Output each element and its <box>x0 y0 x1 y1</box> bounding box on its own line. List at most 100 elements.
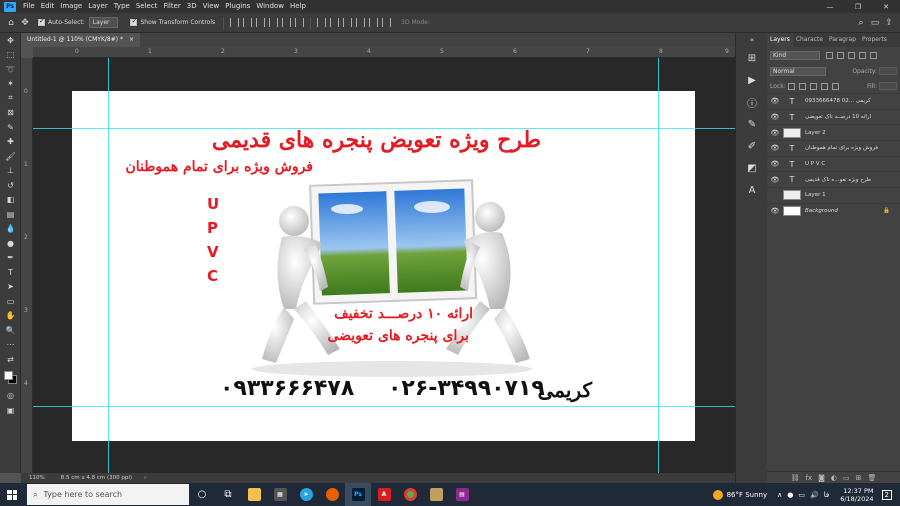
trash-icon[interactable]: 🗑 <box>868 474 877 482</box>
distribute-top-icon[interactable] <box>356 18 366 27</box>
search-icon[interactable]: ⌕ <box>854 16 868 30</box>
layer-row[interactable]: 👁 T کریمی ...02 0933666478 <box>767 93 900 109</box>
info-icon[interactable]: ⓘ <box>736 91 768 113</box>
lock-artboard-icon[interactable] <box>820 82 828 90</box>
quick-mask-icon[interactable]: ◎ <box>0 389 21 404</box>
type-tool-icon[interactable]: T <box>0 265 21 280</box>
lock-paint-icon[interactable] <box>798 82 806 90</box>
marquee-tool-icon[interactable]: ⬚ <box>0 48 21 63</box>
calculator-icon[interactable]: ▦ <box>267 483 293 506</box>
menu-window[interactable]: Window <box>253 0 287 13</box>
photoshop-taskbar-icon[interactable]: Ps <box>345 483 371 506</box>
task-view-icon[interactable]: ⧉ <box>215 483 241 506</box>
lasso-tool-icon[interactable]: ➰ <box>0 62 21 77</box>
clone-source-icon[interactable]: ✐ <box>736 135 768 157</box>
menu-filter[interactable]: Filter <box>160 0 183 13</box>
weather-text[interactable]: 86°F Sunny <box>727 491 768 499</box>
guide-line[interactable] <box>33 406 735 407</box>
close-icon[interactable]: ✕ <box>872 0 900 13</box>
menu-edit[interactable]: Edit <box>38 0 58 13</box>
visibility-eye-icon[interactable]: 👁 <box>767 129 783 137</box>
adjustments-icon[interactable]: ◩ <box>736 157 768 179</box>
new-group-icon[interactable]: ▭ <box>843 474 850 482</box>
tab-paragraph[interactable]: Paragrap <box>826 33 859 47</box>
visibility-eye-icon[interactable]: 👁 <box>767 160 783 168</box>
auto-select-checkbox[interactable] <box>38 17 45 26</box>
document-tab[interactable]: Untitled-1 @ 110% (CMYK/8#) * × <box>21 33 141 47</box>
canvas-area[interactable]: طرح ویژه تعویض پنجره های قدیمی فروش ویژه… <box>33 58 735 473</box>
filter-pixel-icon[interactable] <box>826 51 833 59</box>
menu-3d[interactable]: 3D <box>184 0 200 13</box>
lock-all-icon[interactable] <box>831 82 839 90</box>
brush-tool-icon[interactable]: 🖌 <box>0 149 21 164</box>
app-icon[interactable] <box>423 483 449 506</box>
layer-row[interactable]: 👁 T فروش ویژه برای تمام هموطنان <box>767 140 900 156</box>
add-mask-icon[interactable]: ◙ <box>818 474 825 482</box>
winrar-icon[interactable]: ▤ <box>449 483 475 506</box>
tab-layers[interactable]: Layers <box>767 33 793 47</box>
visibility-eye-icon[interactable]: 👁 <box>767 144 783 152</box>
collapse-icon[interactable]: « <box>736 33 768 47</box>
tab-properties[interactable]: Properts <box>859 33 890 47</box>
rectangle-tool-icon[interactable]: ▭ <box>0 294 21 309</box>
home-icon[interactable]: ⌂ <box>4 16 18 30</box>
telegram-icon[interactable]: ➤ <box>293 483 319 506</box>
align-top-icon[interactable] <box>269 18 279 27</box>
adjustment-layer-icon[interactable]: ◐ <box>831 474 837 482</box>
distribute-middle-icon[interactable] <box>369 18 379 27</box>
guide-line[interactable] <box>658 58 659 473</box>
filter-smart-icon[interactable] <box>870 51 877 59</box>
gradient-tool-icon[interactable]: ▤ <box>0 207 21 222</box>
menu-type[interactable]: Type <box>111 0 133 13</box>
taskbar-search-box[interactable]: ⌕ Type here to search <box>27 484 189 505</box>
blend-mode-dropdown[interactable]: Normal <box>770 66 826 76</box>
link-layers-icon[interactable]: ⛓ <box>791 474 800 482</box>
tab-close-icon[interactable]: × <box>129 33 134 47</box>
crop-tool-icon[interactable]: ⌗ <box>0 91 21 106</box>
move-tool-icon[interactable]: ✥ <box>0 33 21 48</box>
filter-adjust-icon[interactable] <box>837 51 844 59</box>
filter-shape-icon[interactable] <box>859 51 866 59</box>
distribute-right-icon[interactable] <box>343 18 353 27</box>
filter-type-icon[interactable] <box>848 51 855 59</box>
distribute-center-icon[interactable] <box>330 18 340 27</box>
menu-help[interactable]: Help <box>287 0 309 13</box>
menu-view[interactable]: View <box>200 0 223 13</box>
align-bottom-icon[interactable] <box>295 18 305 27</box>
minimize-icon[interactable]: — <box>816 0 844 13</box>
lock-pixels-icon[interactable] <box>787 82 795 90</box>
healing-brush-icon[interactable]: ✚ <box>0 135 21 150</box>
brush-settings-icon[interactable]: ✎ <box>736 113 768 135</box>
fill-input[interactable] <box>879 82 897 90</box>
fx-icon[interactable]: fx <box>805 474 812 482</box>
dodge-tool-icon[interactable]: ● <box>0 236 21 251</box>
visibility-eye-icon[interactable]: 👁 <box>767 113 783 121</box>
menu-file[interactable]: File <box>20 0 38 13</box>
eraser-tool-icon[interactable]: ◧ <box>0 193 21 208</box>
guide-line[interactable] <box>33 128 735 129</box>
tray-chevron-icon[interactable]: ∧ <box>777 491 782 499</box>
workspace-icon[interactable]: ▭ <box>868 16 882 30</box>
restore-icon[interactable]: ❐ <box>844 0 872 13</box>
show-transform-checkbox[interactable] <box>130 17 138 26</box>
firefox-icon[interactable] <box>319 483 345 506</box>
status-menu-icon[interactable]: › <box>144 475 146 481</box>
distribute-bottom-icon[interactable] <box>382 18 392 27</box>
actions-play-icon[interactable]: ▶ <box>736 69 768 91</box>
file-explorer-icon[interactable] <box>241 483 267 506</box>
distribute-left-icon[interactable] <box>317 18 327 27</box>
history-icon[interactable]: ⊞ <box>736 47 768 69</box>
magic-wand-tool-icon[interactable]: ✶ <box>0 77 21 92</box>
clock[interactable]: 12:37 PM 6/18/2024 <box>840 487 873 503</box>
acrobat-icon[interactable]: A <box>371 483 397 506</box>
language-icon[interactable]: فا <box>824 491 829 499</box>
pen-tool-icon[interactable]: ✒ <box>0 251 21 266</box>
tab-character[interactable]: Characte <box>793 33 826 47</box>
eyedropper-tool-icon[interactable]: ✎ <box>0 120 21 135</box>
swap-colors-icon[interactable]: ⇄ <box>0 352 21 367</box>
align-right-icon[interactable] <box>256 18 266 27</box>
layer-row[interactable]: 👁 Background 🔒 <box>767 202 900 219</box>
layer-row[interactable]: 👁 Layer 1 <box>767 187 900 203</box>
auto-select-dropdown[interactable]: Layer <box>88 17 119 28</box>
layer-row[interactable]: 👁 T طرح ویژه تعو...ه تاک قدیمی <box>767 171 900 187</box>
